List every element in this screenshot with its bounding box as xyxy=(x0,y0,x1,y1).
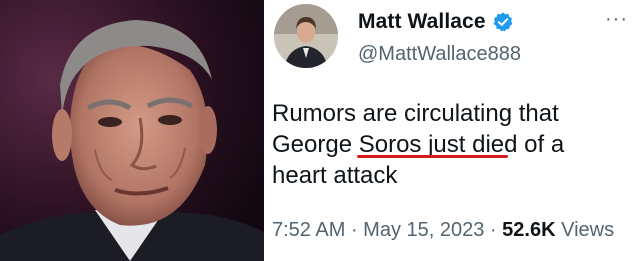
avatar[interactable] xyxy=(274,4,338,68)
views-label: Views xyxy=(561,219,615,241)
portrait-photo xyxy=(0,0,264,261)
meta-separator: · xyxy=(345,219,364,241)
tweet-time[interactable]: 7:52 AM xyxy=(272,219,345,241)
tweet-meta: 7:52 AM · May 15, 2023 · 52.6K Views xyxy=(272,219,614,242)
tweet-text: Rumors are circulating that George Soros… xyxy=(272,98,632,191)
tweet-card: Matt Wallace @MattWallace888 ··· Rumors … xyxy=(264,0,640,261)
views-count: 52.6K xyxy=(502,219,556,241)
meta-separator: · xyxy=(484,219,503,241)
more-options-icon[interactable]: ··· xyxy=(605,8,628,31)
user-handle[interactable]: @MattWallace888 xyxy=(358,43,521,66)
tweet-text-line: Rumors are circulating that xyxy=(272,100,559,127)
tweet-text-segment: George xyxy=(272,131,359,158)
verified-badge-icon xyxy=(492,11,514,33)
highlighted-phrase: Soros just died xyxy=(358,131,518,158)
tweet-text-line: heart attack xyxy=(272,162,398,189)
display-name[interactable]: Matt Wallace xyxy=(358,10,486,34)
tweet-text-segment: of a xyxy=(517,131,565,158)
tweet-date[interactable]: May 15, 2023 xyxy=(363,219,484,241)
red-underline-annotation xyxy=(357,155,508,158)
name-row: Matt Wallace xyxy=(358,10,514,34)
